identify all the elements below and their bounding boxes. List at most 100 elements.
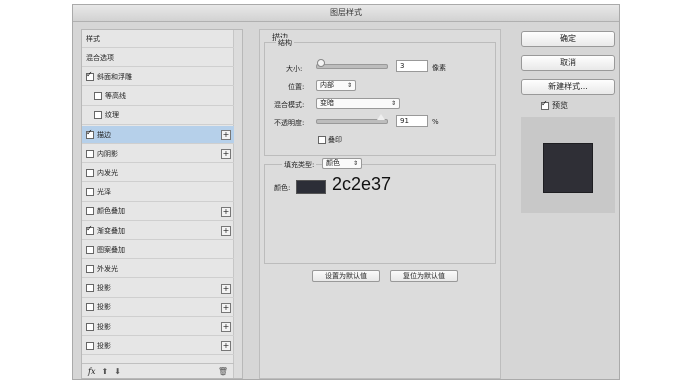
size-slider-knob[interactable] [317, 59, 325, 67]
style-checkbox[interactable] [86, 168, 94, 177]
style-list-item-label: 投影 [97, 284, 111, 293]
size-slider[interactable] [316, 64, 388, 69]
style-list-item-label: 样式 [86, 34, 100, 43]
style-checkbox[interactable] [86, 70, 94, 81]
preview-label: 预览 [552, 101, 568, 110]
chevron-updown-icon: ⇕ [390, 100, 396, 107]
style-list-item-label: 描边 [97, 130, 111, 139]
size-unit: 像素 [432, 64, 446, 72]
style-checkbox[interactable] [86, 128, 94, 139]
add-effect-icon[interactable]: + [221, 322, 231, 332]
trash-icon[interactable]: 🗑 [218, 367, 228, 376]
style-list-item[interactable]: 光泽 [82, 184, 234, 202]
style-list-item-label: 图案叠加 [97, 245, 125, 254]
add-effect-icon[interactable]: + [221, 283, 231, 294]
overprint-label: 叠印 [328, 136, 342, 144]
preview-toggle[interactable]: 预览 [541, 99, 568, 111]
overprint-checkbox[interactable] [318, 136, 326, 144]
style-list-item-label: 内阴影 [97, 149, 118, 158]
style-checkbox[interactable] [86, 224, 94, 235]
style-list-item[interactable]: 投影 + [82, 280, 234, 298]
set-default-button[interactable]: 设置为默认值 [312, 270, 380, 282]
opacity-label: 不透明度: [274, 119, 305, 127]
preview-area [521, 117, 615, 213]
style-list-item[interactable]: 等高线 [82, 88, 234, 106]
chevron-updown-icon: ⇕ [352, 160, 358, 167]
blend-mode-label: 混合模式: [274, 101, 305, 109]
style-list-item[interactable]: 渐变叠加 + [82, 222, 234, 240]
add-effect-icon[interactable]: + [221, 130, 231, 140]
add-effect-icon[interactable]: + [221, 149, 231, 160]
style-checkbox[interactable] [86, 322, 94, 331]
position-value: 内部 [320, 81, 334, 89]
style-list-item[interactable]: 颜色叠加 + [82, 203, 234, 221]
preview-checkbox[interactable] [541, 99, 549, 110]
add-effect-icon[interactable]: + [221, 206, 231, 217]
style-checkbox[interactable] [86, 207, 94, 216]
style-list-item-label: 投影 [97, 341, 111, 350]
color-code-annotation: 2c2e37 [332, 174, 392, 194]
style-list-item-label: 斜面和浮雕 [97, 72, 132, 81]
style-checkbox[interactable] [86, 264, 94, 273]
style-checkbox[interactable] [94, 92, 102, 101]
style-list-item-label: 内发光 [97, 168, 118, 177]
fill-type-label: 填充类型: [282, 160, 317, 170]
style-list: 样式混合选项斜面和浮雕等高线纹理描边 + 内阴影 + 内发光光泽颜色叠加 + 渐变叠加 + 图案… [81, 29, 243, 379]
style-list-item[interactable]: 纹理 [82, 107, 234, 125]
style-list-item[interactable]: 投影 + [82, 299, 234, 317]
move-down-icon[interactable]: ⬇ [114, 367, 121, 376]
reset-default-button[interactable]: 复位为默认值 [390, 270, 458, 282]
style-list-item-label: 混合选项 [86, 53, 114, 62]
fx-icon[interactable]: fx [88, 367, 95, 376]
blend-mode-select[interactable]: 变暗 ⇕ [316, 98, 400, 109]
style-list-item[interactable]: 样式 [82, 30, 234, 48]
style-list-item[interactable]: 投影 + [82, 337, 234, 356]
opacity-unit: % [432, 118, 439, 126]
style-list-item[interactable]: 内发光 [82, 164, 234, 183]
position-label: 位置: [288, 83, 305, 91]
color-label: 颜色: [274, 184, 291, 192]
opacity-slider-knob[interactable] [377, 114, 385, 120]
add-effect-icon[interactable]: + [221, 302, 231, 313]
ok-button[interactable]: 确定 [521, 31, 615, 47]
style-list-item-label: 投影 [97, 303, 111, 312]
add-effect-icon[interactable]: + [221, 226, 231, 236]
move-up-icon[interactable]: ⬆ [101, 367, 108, 376]
style-list-item-label: 颜色叠加 [97, 207, 125, 216]
style-checkbox[interactable] [86, 188, 94, 197]
style-checkbox[interactable] [86, 341, 94, 350]
structure-title: 结构 [276, 38, 294, 48]
style-list-item[interactable]: 图案叠加 [82, 241, 234, 260]
style-checkbox[interactable] [94, 111, 102, 120]
style-list-item[interactable]: 外发光 [82, 260, 234, 279]
style-checkbox[interactable] [86, 245, 94, 254]
style-list-item-label: 渐变叠加 [97, 226, 125, 235]
stroke-panel: 描边 结构 大小: 3 像素 位置: 内部 ⇕ 混合模式: 变暗 ⇕ 不透明度:… [259, 29, 501, 379]
cancel-button[interactable]: 取消 [521, 55, 615, 71]
size-input[interactable]: 3 [396, 60, 428, 72]
new-style-button[interactable]: 新建样式... [521, 79, 615, 95]
color-swatch[interactable] [296, 180, 326, 194]
style-list-item-label: 纹理 [105, 111, 119, 120]
style-checkbox[interactable] [86, 284, 94, 293]
position-select[interactable]: 内部 ⇕ [316, 80, 356, 91]
fill-type-select[interactable]: 颜色 ⇕ [322, 158, 362, 169]
style-list-item[interactable]: 描边 + [82, 126, 234, 144]
style-list-item-label: 光泽 [97, 188, 111, 197]
style-checkbox[interactable] [86, 149, 94, 158]
style-list-item-label: 等高线 [105, 92, 126, 101]
style-list-item[interactable]: 斜面和浮雕 [82, 68, 234, 87]
style-list-item-label: 投影 [97, 322, 111, 331]
style-list-item[interactable]: 混合选项 [82, 49, 234, 68]
style-list-toolbar: fx ⬆ ⬇ 🗑 [82, 363, 234, 378]
chevron-updown-icon: ⇕ [346, 82, 352, 89]
size-label: 大小: [286, 65, 303, 73]
dialog-title: 图层样式 [73, 5, 619, 22]
add-effect-icon[interactable]: + [221, 341, 231, 352]
style-list-item[interactable]: 内阴影 + [82, 145, 234, 164]
style-checkbox[interactable] [86, 303, 94, 312]
fill-type-value: 颜色 [326, 159, 340, 167]
style-list-scrollbar[interactable] [233, 30, 242, 378]
opacity-input[interactable]: 91 [396, 115, 428, 127]
style-list-item[interactable]: 投影 + [82, 318, 234, 336]
